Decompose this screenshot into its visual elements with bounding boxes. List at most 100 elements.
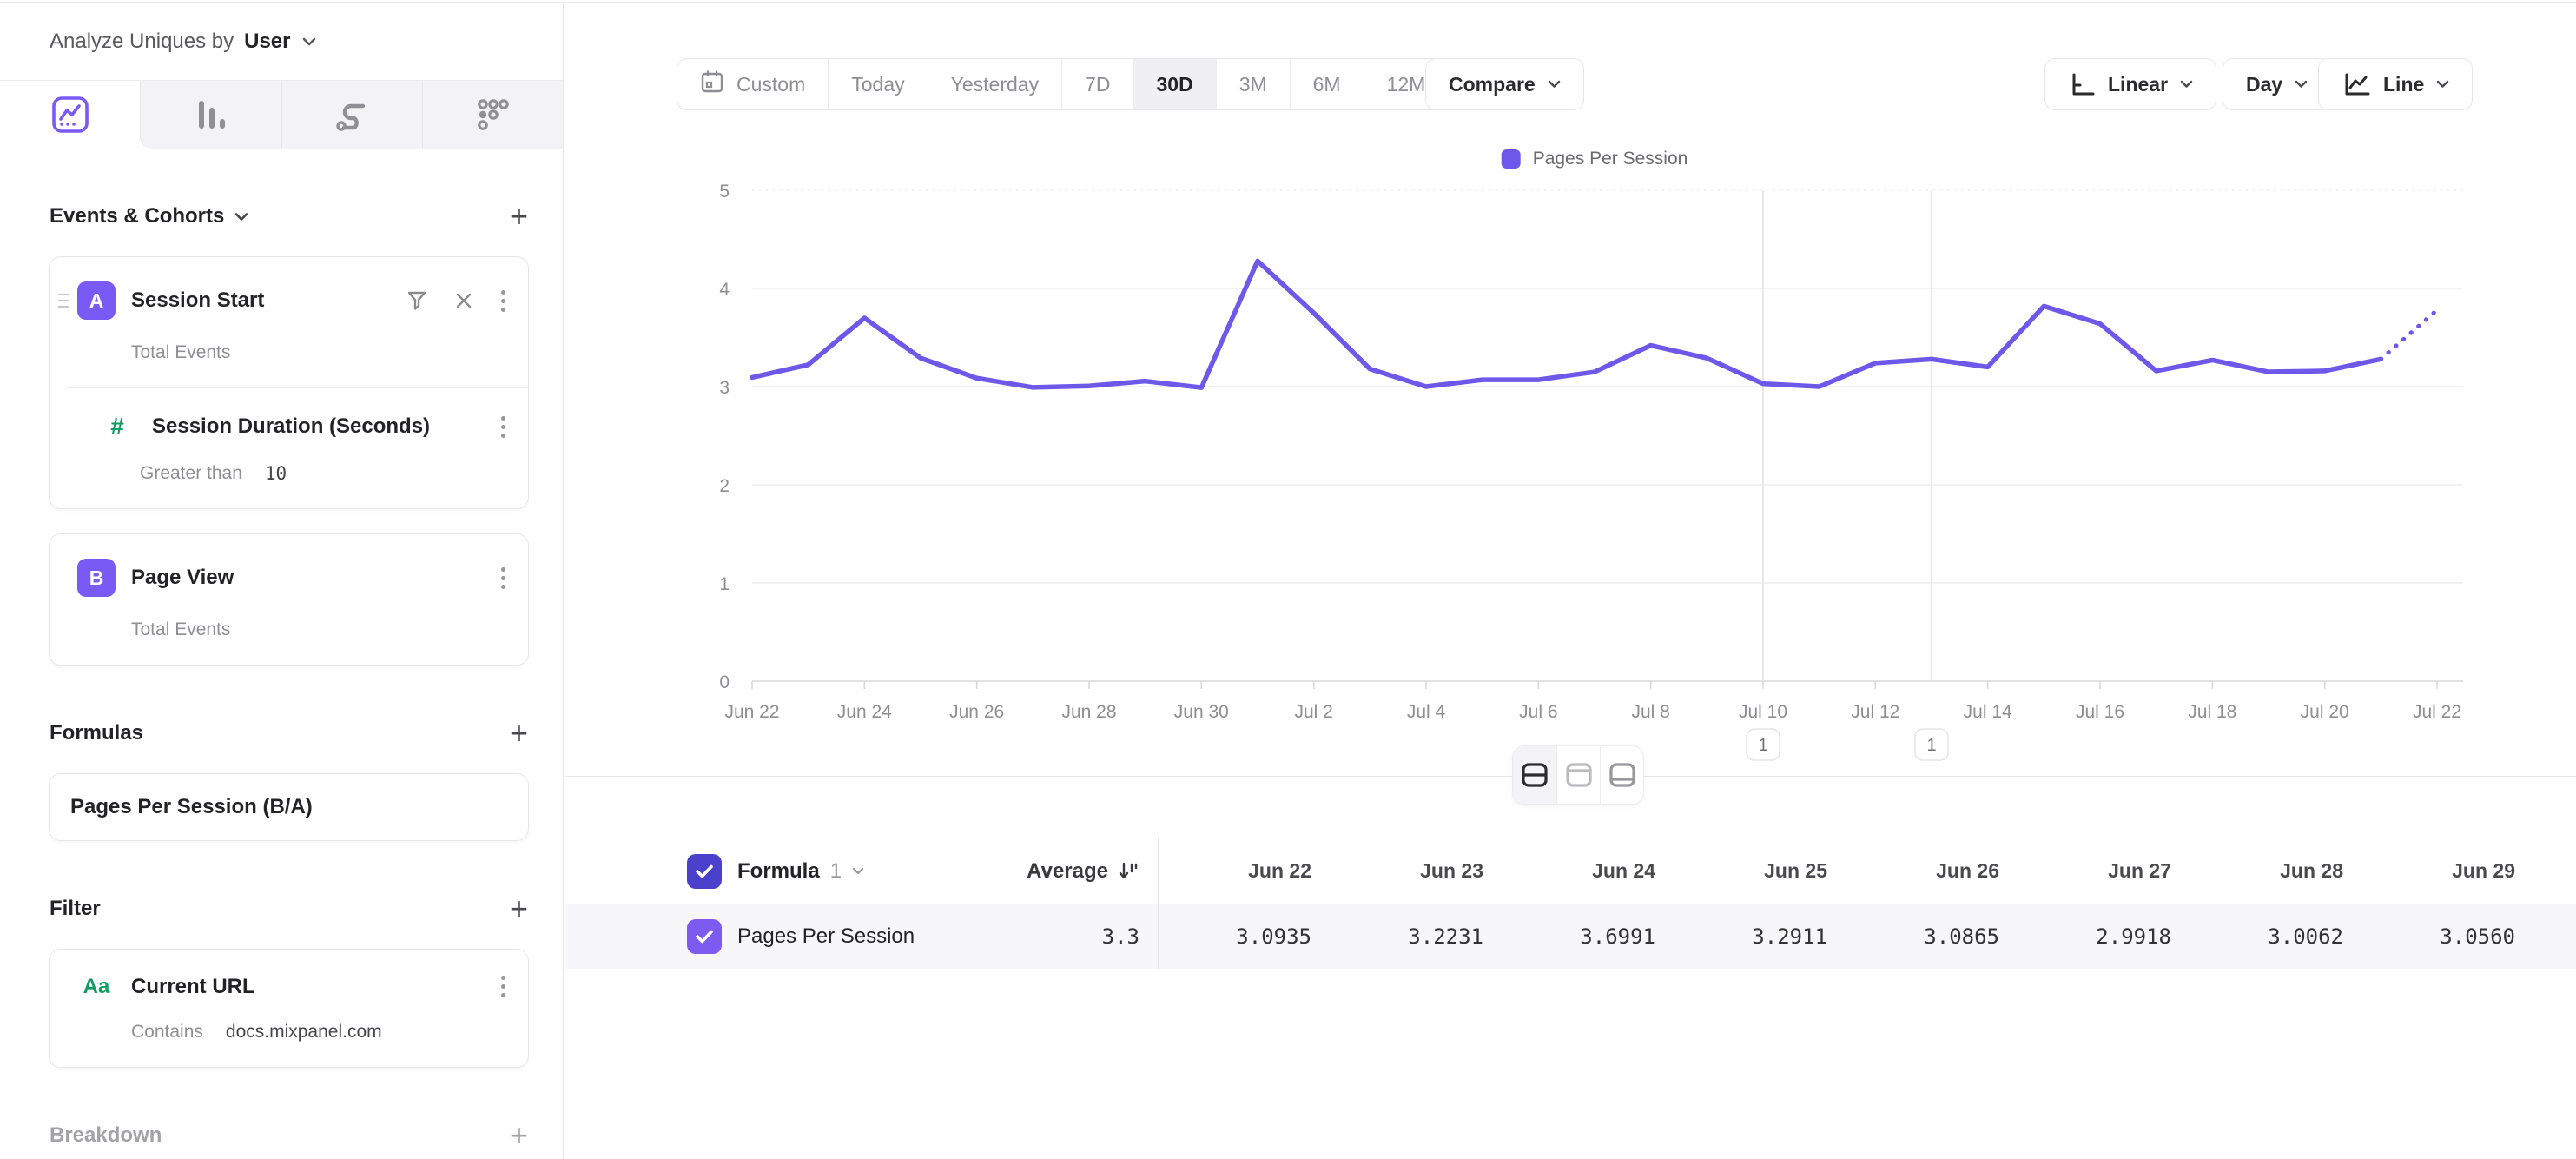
linear-axis-icon [2068,70,2096,98]
drag-handle-icon[interactable] [58,294,70,308]
x-axis-tick-label: Jul 18 [2188,702,2236,722]
table-row[interactable]: Pages Per Session 3.3 3.09353.22313.6991… [565,904,2576,969]
filter-icon[interactable] [406,289,428,312]
range-7d[interactable]: 7D [1061,59,1133,109]
kebab-menu-icon[interactable] [499,288,507,314]
range-6m[interactable]: 6M [1290,59,1364,109]
range-yesterday[interactable]: Yesterday [928,59,1061,109]
date-column-header: Jun 25 [1674,838,1846,904]
range-label: Custom [736,73,805,96]
event-a-aggregation-label: Total Events [131,342,230,363]
add-breakdown-button[interactable]: + [510,1120,528,1151]
event-b-aggregation[interactable]: Total Events [50,602,528,665]
tab-insights-line[interactable] [0,81,140,149]
analyze-by-value[interactable]: User [244,30,290,54]
x-axis-tick-label: Jun 26 [949,702,1004,722]
tab-flows[interactable] [281,81,422,149]
string-property-icon: Aa [77,975,116,999]
line-chart-icon [2342,70,2371,98]
tab-retention[interactable] [422,81,563,149]
filter-row: Aa Current URL [50,950,528,1004]
formula-group-label: Formula [737,859,820,884]
y-axis-tick-label: 1 [719,574,730,594]
date-column-header: Jun 28 [2190,838,2362,904]
y-axis-tick-label: 3 [719,378,730,398]
filter-property-title[interactable]: Current URL [131,975,499,999]
kebab-menu-icon[interactable] [499,566,507,591]
calendar-icon [700,70,724,99]
event-a-title[interactable]: Session Start [131,288,406,313]
series-line[interactable] [752,261,2381,387]
filter-operator[interactable]: Contains [131,1022,203,1043]
filter-value[interactable]: docs.mixpanel.com [226,1022,382,1043]
event-a-row: A Session Start [50,257,528,325]
table-only-toggle[interactable] [1600,746,1643,804]
inline-filter-condition[interactable]: Greater than 10 [50,446,528,508]
select-all-checkbox[interactable] [687,854,722,889]
filter-operator[interactable]: Greater than [140,463,242,484]
add-filter-button[interactable]: + [510,893,528,924]
compare-button[interactable]: Compare [1425,58,1584,110]
event-a-card[interactable]: A Session Start Total Events # Session D… [49,256,529,509]
legend-series-label[interactable]: Pages Per Session [1533,149,1688,169]
inline-filter-title[interactable]: Session Duration (Seconds) [152,414,499,439]
compare-label: Compare [1449,73,1536,96]
y-axis-tick-label: 5 [719,182,730,202]
date-column-header: Jun 24 [1503,838,1674,904]
filter-card[interactable]: Aa Current URL Contains docs.mixpanel.co… [49,949,529,1068]
interval-button[interactable]: Day [2223,58,2331,110]
formula-card[interactable]: Pages Per Session (B/A) [49,773,529,841]
series-name: Pages Per Session [737,924,915,949]
chevron-down-icon [1548,80,1561,89]
line-chart[interactable]: 543210Jun 22Jun 24Jun 26Jun 28Jun 30Jul … [752,190,2463,798]
analyze-by-label: Analyze Uniques by [50,30,234,54]
query-builder-sidebar: Analyze Uniques by User [0,3,564,1159]
chevron-down-icon [2295,80,2308,89]
event-b-badge: B [77,559,116,597]
add-formula-button[interactable]: + [510,718,528,749]
kebab-menu-icon[interactable] [499,414,507,440]
add-event-button[interactable]: + [510,201,528,232]
chart-style-button[interactable]: Line [2318,58,2473,110]
x-axis-tick-label: Jun 24 [837,702,892,722]
tab-bar-chart[interactable] [140,81,281,149]
filter-value[interactable]: 10 [265,463,287,484]
range-label: 30D [1156,73,1192,96]
event-a-actions [406,288,507,314]
x-axis-tick-label: Jun 22 [724,702,779,722]
events-cohorts-title[interactable]: Events & Cohorts [50,204,248,228]
range-custom[interactable]: Custom [677,59,828,109]
date-range-control: CustomTodayYesterday7D30D3M6M12M [677,58,1449,110]
event-b-card[interactable]: B Page View Total Events [49,533,529,666]
close-icon[interactable] [454,291,473,310]
event-b-title[interactable]: Page View [131,566,499,590]
range-30d[interactable]: 30D [1133,59,1215,109]
range-label: 3M [1239,73,1267,96]
events-cohorts-title-text: Events & Cohorts [50,204,224,228]
x-axis-tick-label: Jul 4 [1407,702,1446,722]
chart-legend: Pages Per Session [1502,149,1688,169]
annotation-marker[interactable]: 1 [1747,729,1780,760]
x-axis-tick-label: Jun 30 [1174,702,1229,722]
split-view-toggle[interactable] [1513,746,1556,804]
date-column-header: Jun 26 [1846,838,2018,904]
inline-filter-row: # Session Duration (Seconds) [50,388,528,446]
formula-group-header[interactable]: Formula 1 [737,838,864,904]
x-axis-tick-label: Jul 2 [1294,702,1332,722]
average-column-header[interactable]: Average [912,838,1139,904]
row-checkbox[interactable] [687,919,722,954]
filter-condition[interactable]: Contains docs.mixpanel.com [50,1004,528,1067]
event-a-aggregation[interactable]: Total Events [50,325,528,387]
filter-title: Filter [50,897,101,921]
x-axis-tick-label: Jul 8 [1631,702,1669,722]
range-today[interactable]: Today [828,59,927,109]
range-label: 7D [1085,73,1110,96]
scale-label: Linear [2108,73,2168,96]
scale-button[interactable]: Linear [2044,58,2216,110]
value-cell: 3.2911 [1674,904,1846,969]
chart-only-toggle[interactable] [1556,746,1600,804]
kebab-menu-icon[interactable] [499,974,507,999]
annotation-marker[interactable]: 1 [1915,729,1948,760]
chevron-down-icon[interactable] [301,36,317,47]
range-3m[interactable]: 3M [1216,59,1290,109]
